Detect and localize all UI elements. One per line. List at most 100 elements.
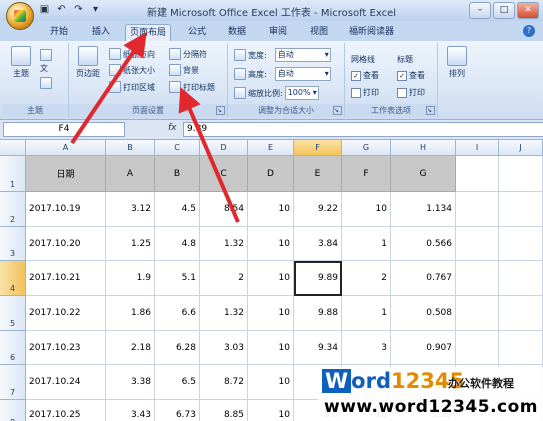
table-cell[interactable]: 3.38: [106, 365, 155, 400]
column-header-h[interactable]: H: [391, 140, 456, 156]
table-cell[interactable]: 3.84: [294, 227, 342, 261]
table-cell[interactable]: 8.85: [200, 400, 248, 421]
name-box[interactable]: F4: [3, 122, 125, 137]
header-cell[interactable]: E: [294, 156, 342, 192]
tab-formulas[interactable]: 公式: [188, 24, 206, 41]
table-cell[interactable]: 4.8: [155, 227, 200, 261]
width-select[interactable]: 自动: [274, 48, 331, 62]
table-cell[interactable]: 10: [248, 192, 294, 227]
row-header-4[interactable]: 4: [0, 261, 26, 296]
table-cell[interactable]: 10: [248, 400, 294, 421]
header-cell[interactable]: B: [155, 156, 200, 192]
table-cell[interactable]: 2: [200, 261, 248, 296]
column-header-b[interactable]: B: [106, 140, 155, 156]
table-cell[interactable]: 1.134: [391, 192, 456, 227]
table-cell[interactable]: 2017.10.23: [26, 331, 106, 365]
row-header-6[interactable]: 6: [0, 331, 26, 365]
table-cell[interactable]: 3.03: [200, 331, 248, 365]
column-header-g[interactable]: G: [342, 140, 391, 156]
empty-cell[interactable]: [456, 227, 499, 261]
table-cell[interactable]: 9.88: [294, 296, 342, 331]
table-cell[interactable]: 10: [248, 365, 294, 400]
empty-cell[interactable]: [499, 227, 543, 261]
table-cell[interactable]: 2017.10.25: [26, 400, 106, 421]
table-cell[interactable]: 1: [342, 227, 391, 261]
office-button[interactable]: [6, 2, 34, 30]
row-header-3[interactable]: 3: [0, 227, 26, 261]
table-cell[interactable]: 8.72: [200, 365, 248, 400]
formula-input[interactable]: 9.89: [183, 122, 543, 137]
table-cell[interactable]: 2: [342, 261, 391, 296]
table-cell[interactable]: 2017.10.22: [26, 296, 106, 331]
column-header-a[interactable]: A: [26, 140, 106, 156]
tab-view[interactable]: 视图: [310, 24, 328, 41]
row-header-8[interactable]: 8: [0, 400, 26, 421]
table-cell[interactable]: 9.34: [294, 331, 342, 365]
table-cell[interactable]: 0.508: [391, 296, 456, 331]
header-cell[interactable]: D: [248, 156, 294, 192]
empty-cell[interactable]: [499, 156, 543, 192]
table-cell[interactable]: 10: [248, 296, 294, 331]
table-cell[interactable]: 1.32: [200, 227, 248, 261]
tab-data[interactable]: 数据: [228, 24, 246, 41]
insert-function-icon[interactable]: fx: [168, 123, 177, 133]
empty-cell[interactable]: [456, 192, 499, 227]
scale-launcher-icon[interactable]: ↘: [333, 106, 342, 115]
maximize-button[interactable]: □: [493, 2, 515, 19]
themes-button[interactable]: 主题: [8, 46, 34, 79]
empty-cell[interactable]: [499, 331, 543, 365]
table-cell[interactable]: 10: [248, 331, 294, 365]
table-cell[interactable]: 8.54: [200, 192, 248, 227]
column-header-j[interactable]: J: [499, 140, 543, 156]
table-cell[interactable]: 9.22: [294, 192, 342, 227]
scale-input[interactable]: 100%: [284, 86, 319, 100]
tab-review[interactable]: 审阅: [269, 24, 287, 41]
close-button[interactable]: ✕: [517, 2, 539, 19]
column-header-e[interactable]: E: [248, 140, 294, 156]
margins-button[interactable]: 页边距: [73, 46, 103, 79]
empty-cell[interactable]: [499, 296, 543, 331]
table-cell[interactable]: 1.32: [200, 296, 248, 331]
orientation-button[interactable]: 纸张方向: [109, 48, 155, 60]
gridlines-print-checkbox[interactable]: 打印: [351, 87, 379, 98]
empty-cell[interactable]: [499, 261, 543, 296]
table-cell[interactable]: 2017.10.19: [26, 192, 106, 227]
table-cell[interactable]: 6.28: [155, 331, 200, 365]
table-cell[interactable]: 1.25: [106, 227, 155, 261]
row-header-5[interactable]: 5: [0, 296, 26, 331]
table-cell[interactable]: 10: [248, 261, 294, 296]
header-cell[interactable]: 日期: [26, 156, 106, 192]
size-button[interactable]: 纸张大小: [109, 64, 155, 76]
column-header-i[interactable]: I: [456, 140, 499, 156]
active-cell[interactable]: 9.89: [294, 261, 342, 296]
column-header-d[interactable]: D: [200, 140, 248, 156]
table-cell[interactable]: 6.73: [155, 400, 200, 421]
table-cell[interactable]: 1: [342, 296, 391, 331]
theme-effects-button[interactable]: [40, 77, 52, 89]
select-all-corner[interactable]: [0, 140, 26, 156]
table-cell[interactable]: 6.5: [155, 365, 200, 400]
table-cell[interactable]: 6.6: [155, 296, 200, 331]
table-cell[interactable]: 2017.10.21: [26, 261, 106, 296]
row-header-2[interactable]: 2: [0, 192, 26, 227]
sheet-options-launcher-icon[interactable]: ↘: [426, 106, 435, 115]
arrange-button[interactable]: 排列: [442, 46, 472, 79]
table-cell[interactable]: 1.86: [106, 296, 155, 331]
tab-insert[interactable]: 插入: [92, 24, 110, 41]
headings-print-checkbox[interactable]: 打印: [397, 87, 425, 98]
table-cell[interactable]: 0.907: [391, 331, 456, 365]
breaks-button[interactable]: 分隔符: [169, 48, 207, 60]
table-cell[interactable]: 10: [342, 192, 391, 227]
table-cell[interactable]: 4.5: [155, 192, 200, 227]
print-titles-button[interactable]: 打印标题: [169, 81, 215, 93]
table-cell[interactable]: 2.18: [106, 331, 155, 365]
table-cell[interactable]: 3.12: [106, 192, 155, 227]
minimize-button[interactable]: –: [469, 2, 491, 19]
table-cell[interactable]: 0.767: [391, 261, 456, 296]
theme-colors-button[interactable]: [40, 49, 52, 61]
empty-cell[interactable]: [499, 192, 543, 227]
theme-fonts-button[interactable]: 文: [40, 63, 48, 74]
headings-view-checkbox[interactable]: ✓ 查看: [397, 70, 425, 81]
gridlines-view-checkbox[interactable]: ✓ 查看: [351, 70, 379, 81]
print-area-button[interactable]: 打印区域: [109, 81, 155, 93]
